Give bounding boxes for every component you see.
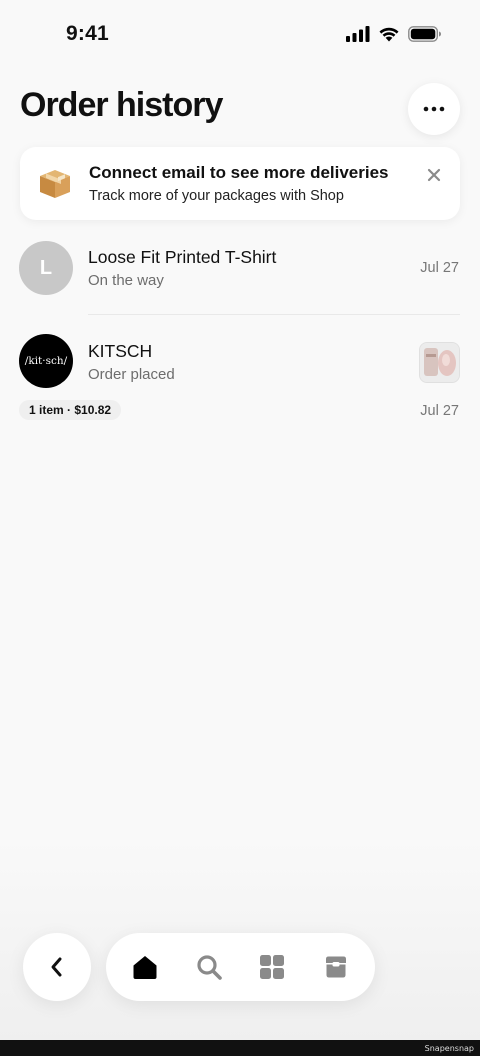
order-row[interactable]: L Loose Fit Printed T-Shirt On the way J…	[0, 230, 480, 314]
order-row[interactable]: /kit·sch/ KITSCH Order placed 1 item · $…	[0, 322, 480, 430]
order-status: Order placed	[88, 366, 175, 383]
avatar: L	[19, 241, 73, 295]
package-box-icon	[40, 170, 70, 198]
more-dots-icon	[423, 106, 445, 112]
watermark-text: Snapensnap	[424, 1044, 474, 1053]
wifi-icon	[379, 27, 399, 42]
battery-icon	[408, 26, 441, 42]
banner-title: Connect email to see more deliveries	[89, 163, 389, 182]
status-icons	[346, 26, 442, 42]
connect-email-banner[interactable]: Connect email to see more deliveries Tra…	[20, 147, 460, 220]
tab-search[interactable]	[195, 953, 223, 981]
tab-bar	[106, 933, 375, 1001]
order-name: Loose Fit Printed T-Shirt	[88, 247, 277, 267]
product-image-icon	[420, 343, 459, 382]
chevron-left-icon	[51, 957, 62, 977]
apps-grid-icon	[260, 955, 284, 979]
back-button[interactable]	[23, 933, 91, 1001]
status-bar: 9:41	[0, 0, 480, 72]
signal-icon	[346, 26, 370, 42]
store-logo: /kit·sch/	[19, 334, 73, 388]
divider	[88, 314, 460, 315]
tab-apps[interactable]	[258, 953, 286, 981]
order-date: Jul 27	[420, 260, 459, 276]
product-thumbnail	[419, 342, 460, 383]
tab-home[interactable]	[131, 953, 159, 981]
home-icon	[133, 956, 157, 979]
page-title: Order history	[20, 86, 223, 124]
order-name: KITSCH	[88, 341, 153, 361]
search-icon	[197, 955, 222, 980]
order-status: On the way	[88, 272, 164, 289]
status-time: 9:41	[66, 22, 109, 45]
package-icon	[326, 956, 346, 978]
more-options-button[interactable]	[408, 83, 460, 135]
tab-orders[interactable]	[322, 953, 350, 981]
footer-bar: Snapensnap	[0, 1040, 480, 1056]
order-summary-badge: 1 item · $10.82	[19, 400, 122, 420]
close-icon[interactable]	[426, 167, 442, 183]
banner-subtitle: Track more of your packages with Shop	[89, 188, 344, 204]
order-date: Jul 27	[420, 403, 459, 419]
